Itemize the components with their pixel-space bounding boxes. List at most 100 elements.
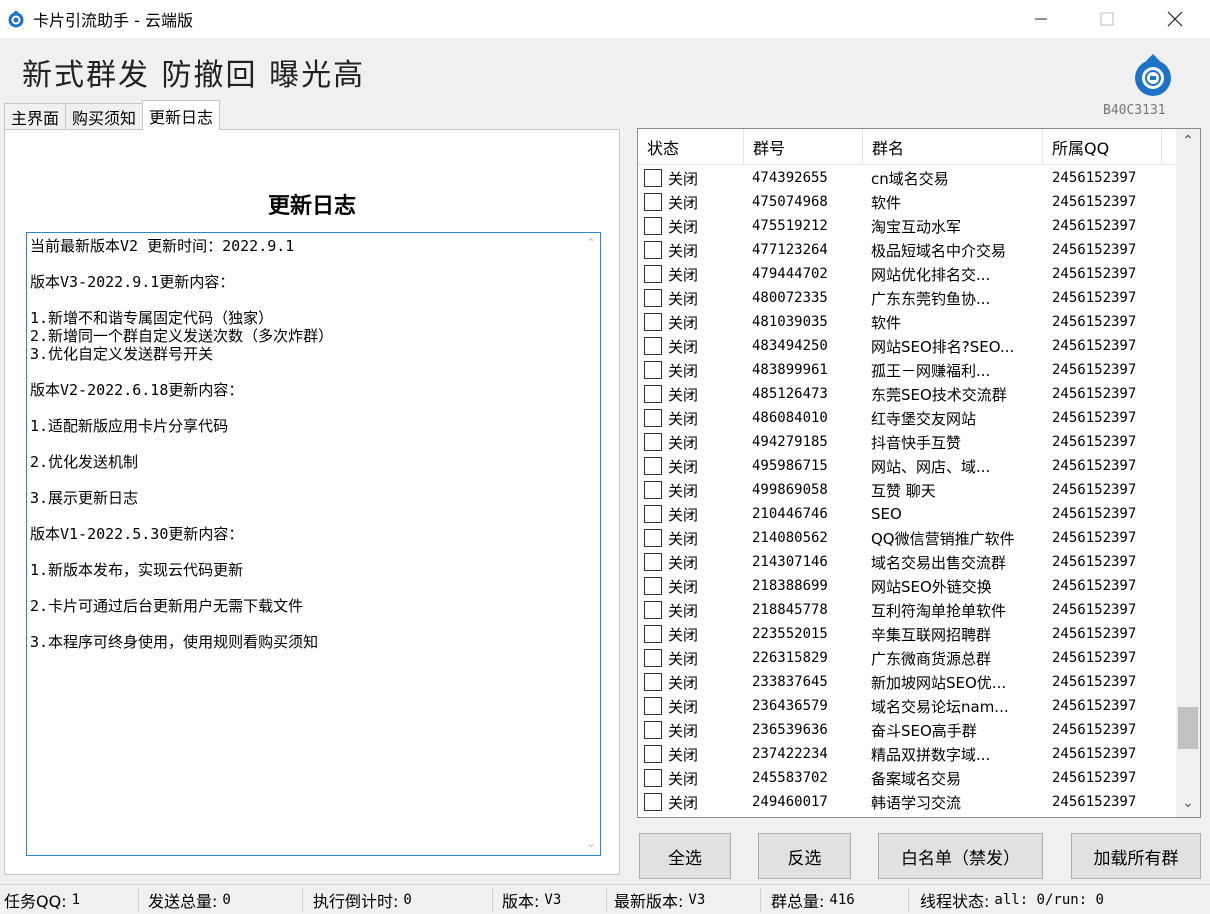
group-total-value: 416 <box>829 892 855 908</box>
scrollbar-thumb[interactable] <box>1178 706 1198 749</box>
group-name-cell: 奋斗SEO高手群 <box>871 721 977 740</box>
list-scrollbar[interactable]: ⌃ ⌄ <box>1176 129 1200 817</box>
row-checkbox[interactable] <box>644 265 662 283</box>
row-checkbox[interactable] <box>644 217 662 235</box>
table-row[interactable]: 关闭 236436579 域名交易论坛nam... 2456152397 <box>638 694 1178 718</box>
row-checkbox[interactable] <box>644 793 662 811</box>
table-row[interactable]: 关闭 495986715 网站、网店、域... 2456152397 <box>638 454 1178 478</box>
owner-qq-cell: 2456152397 <box>1052 266 1137 282</box>
table-row[interactable]: 关闭 245583702 备案域名交易 2456152397 <box>638 766 1178 790</box>
table-row[interactable]: 关闭 249460017 韩语学习交流 2456152397 <box>638 790 1178 814</box>
group-name-cell: 广东东莞钓鱼协... <box>871 289 991 308</box>
tab-changelog[interactable]: 更新日志 <box>142 100 221 130</box>
row-checkbox[interactable] <box>644 769 662 787</box>
row-checkbox[interactable] <box>644 457 662 475</box>
row-checkbox[interactable] <box>644 649 662 667</box>
group-name-cell: 新加坡网站SEO优... <box>871 673 1007 692</box>
status-text: 关闭 <box>668 241 699 260</box>
tab-purchase-notice[interactable]: 购买须知 <box>65 103 144 130</box>
row-checkbox[interactable] <box>644 385 662 403</box>
table-row[interactable]: 关闭 233837645 新加坡网站SEO优... 2456152397 <box>638 670 1178 694</box>
group-list-view[interactable]: 状态 群号 群名 所属QQ 关闭 474392655 cn域名交易 245615239… <box>637 128 1201 818</box>
tab-main[interactable]: 主界面 <box>4 103 67 130</box>
status-text: 关闭 <box>668 769 699 788</box>
group-name-cell: 孤王－网赚福利... <box>871 361 991 380</box>
status-cell: 关闭 <box>638 334 744 358</box>
scroll-down-icon[interactable]: ⌄ <box>585 837 597 849</box>
load-all-groups-button[interactable]: 加载所有群 <box>1071 833 1201 879</box>
row-checkbox[interactable] <box>644 193 662 211</box>
row-checkbox[interactable] <box>644 601 662 619</box>
row-checkbox[interactable] <box>644 529 662 547</box>
row-checkbox[interactable] <box>644 433 662 451</box>
table-row[interactable]: 关闭 486084010 红寺堡交友网站 2456152397 <box>638 406 1178 430</box>
changelog-scrollbar[interactable]: ⌃ ⌄ <box>582 233 600 855</box>
table-row[interactable]: 关闭 485126473 东莞SEO技术交流群 2456152397 <box>638 382 1178 406</box>
table-row[interactable]: 关闭 223552015 辛集互联网招聘群 2456152397 <box>638 622 1178 646</box>
task-qq-value: 1 <box>71 892 81 908</box>
row-checkbox[interactable] <box>644 409 662 427</box>
table-row[interactable]: 关闭 214080562 QQ微信营销推广软件 2456152397 <box>638 526 1178 550</box>
table-row[interactable]: 关闭 483899961 孤王－网赚福利... 2456152397 <box>638 358 1178 382</box>
table-row[interactable]: 关闭 237422234 精品双拼数字域... 2456152397 <box>638 742 1178 766</box>
column-header-owner-qq[interactable]: 所属QQ <box>1043 129 1162 165</box>
version-value: V3 <box>544 892 562 908</box>
row-checkbox[interactable] <box>644 169 662 187</box>
group-name-cell: SEO <box>871 505 902 523</box>
status-cell: 关闭 <box>638 742 744 766</box>
table-row[interactable]: 关闭 474392655 cn域名交易 2456152397 <box>638 166 1178 190</box>
changelog-line: 版本V3-2022.9.1更新内容： <box>30 273 235 291</box>
table-row[interactable]: 关闭 226315829 广东微商货源总群 2456152397 <box>638 646 1178 670</box>
row-checkbox[interactable] <box>644 745 662 763</box>
table-row[interactable]: 关闭 218388699 网站SEO外链交换 2456152397 <box>638 574 1178 598</box>
row-checkbox[interactable] <box>644 673 662 691</box>
row-checkbox[interactable] <box>644 625 662 643</box>
table-row[interactable]: 关闭 494279185 抖音快手互赞 2456152397 <box>638 430 1178 454</box>
table-row[interactable]: 关闭 214307146 域名交易出售交流群 2456152397 <box>638 550 1178 574</box>
table-row[interactable]: 关闭 475074968 软件 2456152397 <box>638 190 1178 214</box>
row-checkbox[interactable] <box>644 697 662 715</box>
group-name-cell: 软件 <box>871 193 902 212</box>
table-row[interactable]: 关闭 477123264 极品短域名中介交易 2456152397 <box>638 238 1178 262</box>
close-button[interactable] <box>1152 0 1198 38</box>
row-checkbox[interactable] <box>644 721 662 739</box>
row-checkbox[interactable] <box>644 505 662 523</box>
group-id-cell: 477123264 <box>752 242 828 258</box>
table-row[interactable]: 关闭 475519212 淘宝互动水军 2456152397 <box>638 214 1178 238</box>
changelog-line: 版本V1-2022.5.30更新内容： <box>30 525 244 543</box>
row-checkbox[interactable] <box>644 289 662 307</box>
row-checkbox[interactable] <box>644 481 662 499</box>
table-row[interactable]: 关闭 499869058 互赞 聊天 2456152397 <box>638 478 1178 502</box>
table-row[interactable]: 关闭 479444702 网站优化排名交... 2456152397 <box>638 262 1178 286</box>
scroll-up-icon[interactable]: ⌃ <box>585 237 597 249</box>
row-checkbox[interactable] <box>644 361 662 379</box>
whitelist-button[interactable]: 白名单（禁发） <box>878 833 1043 879</box>
table-row[interactable]: 关闭 210446746 SEO 2456152397 <box>638 502 1178 526</box>
scroll-up-icon[interactable]: ⌃ <box>1176 133 1200 153</box>
scroll-down-icon[interactable]: ⌄ <box>1176 795 1200 815</box>
group-id-cell: 474392655 <box>752 170 828 186</box>
table-row[interactable]: 关闭 218845778 互利符淘单抢单软件 2456152397 <box>638 598 1178 622</box>
group-id-cell: 236436579 <box>752 698 828 714</box>
changelog-textarea[interactable]: 当前最新版本V2 更新时间：2022.9.1 版本V3-2022.9.1更新内容：… <box>26 232 601 856</box>
column-header-group-name[interactable]: 群名 <box>863 129 1043 165</box>
row-checkbox[interactable] <box>644 577 662 595</box>
row-checkbox[interactable] <box>644 241 662 259</box>
maximize-button[interactable] <box>1084 0 1130 38</box>
row-checkbox[interactable] <box>644 337 662 355</box>
row-checkbox[interactable] <box>644 553 662 571</box>
row-checkbox[interactable] <box>644 313 662 331</box>
minimize-button[interactable] <box>1018 0 1064 38</box>
table-row[interactable]: 关闭 236539636 奋斗SEO高手群 2456152397 <box>638 718 1178 742</box>
invert-selection-button[interactable]: 反选 <box>758 833 851 879</box>
table-row[interactable]: 关闭 481039035 软件 2456152397 <box>638 310 1178 334</box>
task-qq-status: 任务QQ: 1 <box>4 885 80 914</box>
changelog-spacer <box>30 435 575 453</box>
select-all-button[interactable]: 全选 <box>639 833 731 879</box>
version-code-label: B40C3131 <box>1103 103 1166 118</box>
column-header-status[interactable]: 状态 <box>638 129 744 165</box>
column-header-group-id[interactable]: 群号 <box>744 129 863 165</box>
table-row[interactable]: 关闭 480072335 广东东莞钓鱼协... 2456152397 <box>638 286 1178 310</box>
table-row[interactable]: 关闭 483494250 网站SEO排名?SEO... 2456152397 <box>638 334 1178 358</box>
status-cell: 关闭 <box>638 526 744 550</box>
